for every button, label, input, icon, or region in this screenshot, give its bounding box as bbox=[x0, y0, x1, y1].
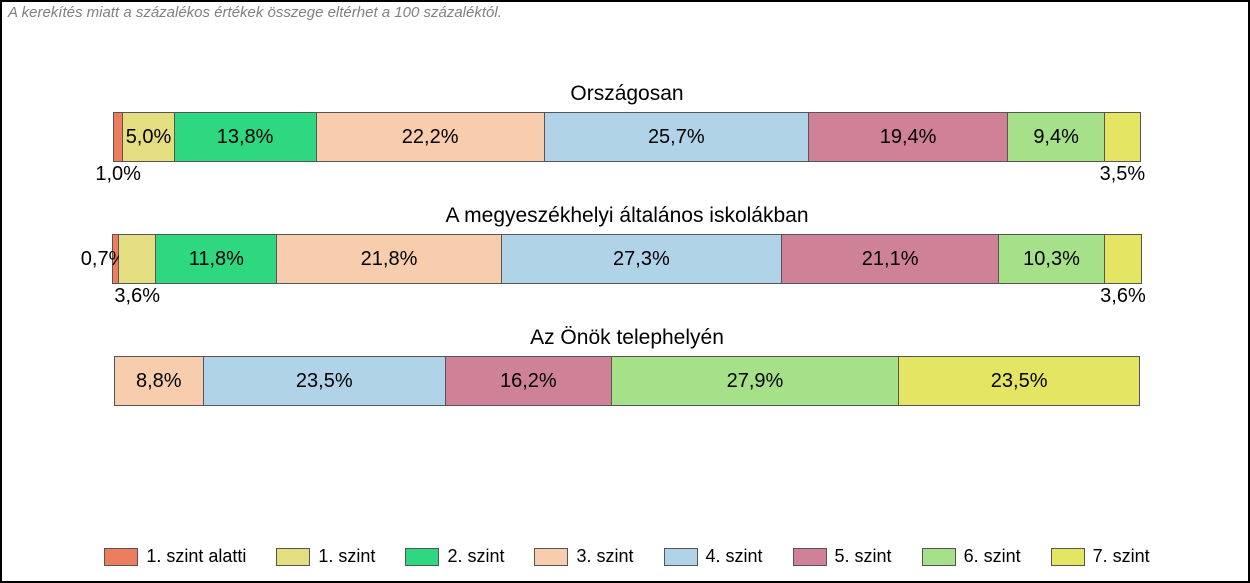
chart-segment-label: 13,8% bbox=[217, 126, 274, 149]
chart-segment: 11,8% bbox=[156, 234, 277, 284]
legend-swatch bbox=[276, 548, 310, 566]
chart-segment-label: 23,5% bbox=[991, 370, 1048, 393]
legend-label: 1. szint alatti bbox=[146, 546, 246, 567]
chart-bar-wrap: 0,7%3,6%11,8%21,8%27,3%21,1%10,3%3,6% bbox=[2, 234, 1250, 284]
legend-item: 7. szint bbox=[1051, 546, 1150, 567]
legend-item: 2. szint bbox=[405, 546, 504, 567]
chart-segment-label: 9,4% bbox=[1033, 126, 1079, 149]
chart-segment-label: 16,2% bbox=[500, 370, 557, 393]
chart-disclaimer: A kerekítés miatt a százalékos értékek ö… bbox=[8, 4, 502, 21]
legend-item: 1. szint alatti bbox=[104, 546, 246, 567]
legend-label: 6. szint bbox=[964, 546, 1021, 567]
chart-bar: 0,7%3,6%11,8%21,8%27,3%21,1%10,3%3,6% bbox=[112, 234, 1142, 284]
chart-segment: 13,8% bbox=[175, 112, 317, 162]
chart-segment-label: 21,8% bbox=[361, 248, 418, 271]
chart-segment: 0,7% bbox=[112, 234, 119, 284]
chart-group: A megyeszékhelyi általános iskolákban 0,7… bbox=[2, 204, 1250, 284]
chart-segment-label: 22,2% bbox=[402, 126, 459, 149]
chart-group-title: Az Önök telephelyén bbox=[2, 326, 1250, 350]
chart-frame: A kerekítés miatt a százalékos értékek ö… bbox=[0, 0, 1250, 583]
legend-swatch bbox=[793, 548, 827, 566]
chart-segment-label: 3,6% bbox=[1100, 285, 1146, 308]
chart-segment-label: 19,4% bbox=[880, 126, 937, 149]
chart-bar: 1,0%5,0% 13,8% 22,2% 25,7% 19,4% 9,4% 3,5% bbox=[113, 112, 1141, 162]
chart-bar-wrap: 8,8% 23,5% 16,2% 27,9% 23,5% bbox=[2, 356, 1250, 406]
chart-segment-label: 3,5% bbox=[1100, 163, 1146, 186]
chart-segment: 25,7% bbox=[545, 112, 809, 162]
chart-segment-label: 10,3% bbox=[1023, 248, 1080, 271]
chart-segment: 27,9% bbox=[612, 356, 899, 406]
legend-swatch bbox=[1051, 548, 1085, 566]
chart-segment: 9,4% bbox=[1008, 112, 1105, 162]
chart-bar: 8,8% 23,5% 16,2% 27,9% 23,5% bbox=[114, 356, 1141, 406]
chart-segment: 5,0% bbox=[123, 112, 174, 162]
chart-segment: 16,2% bbox=[446, 356, 613, 406]
chart-segment-label: 23,5% bbox=[296, 370, 353, 393]
legend-swatch bbox=[104, 548, 138, 566]
legend-item: 1. szint bbox=[276, 546, 375, 567]
chart-segment: 23,5% bbox=[204, 356, 446, 406]
legend-swatch bbox=[534, 548, 568, 566]
legend-item: 5. szint bbox=[793, 546, 892, 567]
legend-label: 7. szint bbox=[1093, 546, 1150, 567]
legend-label: 2. szint bbox=[447, 546, 504, 567]
chart-plot-area: Országosan1,0%5,0%13,8%22,2%25,7%19,4%9,… bbox=[2, 82, 1250, 448]
legend-swatch bbox=[405, 548, 439, 566]
legend-label: 3. szint bbox=[576, 546, 633, 567]
chart-segment: 3,6% bbox=[1105, 234, 1142, 284]
legend-item: 4. szint bbox=[664, 546, 763, 567]
chart-group-title: A megyeszékhelyi általános iskolákban bbox=[2, 204, 1250, 228]
chart-segment-label: 25,7% bbox=[648, 126, 705, 149]
chart-segment: 21,1% bbox=[782, 234, 999, 284]
chart-segment-label: 11,8% bbox=[189, 248, 244, 271]
chart-bar-wrap: 1,0%5,0% 13,8% 22,2% 25,7% 19,4% 9,4% 3,5% bbox=[2, 112, 1250, 162]
chart-group: Országosan 1,0%5,0% 13,8% 22,2% 25,7% 19,4% 9,… bbox=[2, 82, 1250, 162]
chart-segment: 22,2% bbox=[317, 112, 545, 162]
chart-segment: 3,6% bbox=[119, 234, 156, 284]
chart-segment: 1,0% bbox=[113, 112, 123, 162]
legend-swatch bbox=[922, 548, 956, 566]
chart-segment: 21,8% bbox=[277, 234, 501, 284]
chart-segment-label: 8,8% bbox=[136, 370, 182, 393]
chart-segment: 27,3% bbox=[502, 234, 783, 284]
chart-segment: 8,8% bbox=[114, 356, 204, 406]
chart-segment-label: 3,6% bbox=[114, 285, 160, 308]
chart-segment-label: 27,3% bbox=[613, 248, 670, 271]
chart-segment: 19,4% bbox=[809, 112, 1008, 162]
chart-legend: 1. szint alatti 1. szint 2. szint 3. szint 4… bbox=[2, 546, 1250, 567]
legend-label: 4. szint bbox=[706, 546, 763, 567]
chart-group: Az Önök telephelyén 8,8% 23,5% 16,2% 27,9% 23… bbox=[2, 326, 1250, 406]
chart-segment: 3,5% bbox=[1105, 112, 1141, 162]
chart-segment-label: 21,1% bbox=[862, 248, 919, 271]
legend-swatch bbox=[664, 548, 698, 566]
chart-segment: 10,3% bbox=[999, 234, 1105, 284]
legend-label: 5. szint bbox=[835, 546, 892, 567]
chart-group-title: Országosan bbox=[2, 82, 1250, 106]
legend-item: 6. szint bbox=[922, 546, 1021, 567]
chart-segment-label: 1,0% bbox=[95, 163, 141, 186]
legend-label: 1. szint bbox=[318, 546, 375, 567]
legend-item: 3. szint bbox=[534, 546, 633, 567]
chart-segment-label: 27,9% bbox=[727, 370, 784, 393]
chart-segment-label: 5,0% bbox=[126, 126, 172, 149]
chart-segment: 23,5% bbox=[899, 356, 1141, 406]
